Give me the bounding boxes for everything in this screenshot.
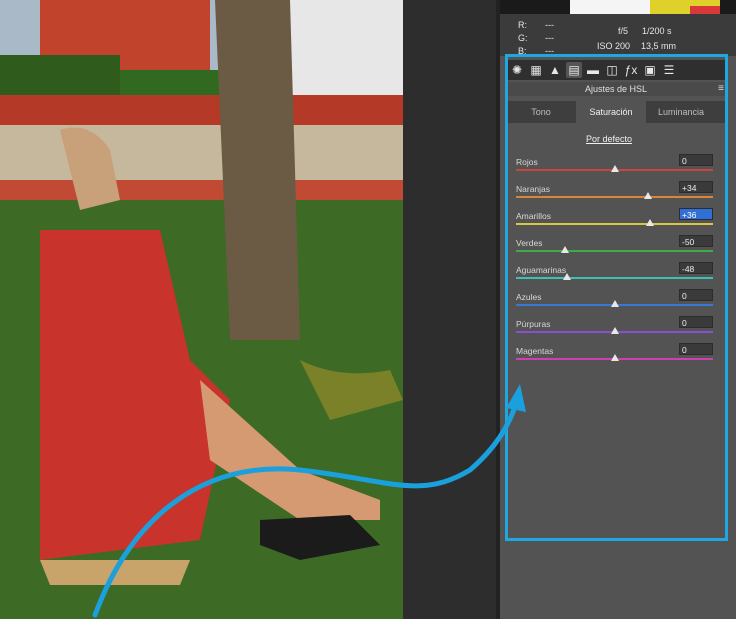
iso-value: ISO 200 [597, 41, 631, 51]
shutter-value: 1/200 s [642, 26, 672, 36]
focal-length-value: 13,5 mm [641, 41, 677, 51]
canvas-background [403, 0, 498, 619]
photo-preview [0, 0, 403, 619]
r-value: --- [545, 20, 554, 30]
g-value: --- [545, 33, 554, 43]
r-label: R: [518, 20, 527, 30]
g-label: G: [518, 33, 528, 43]
aperture-value: f/5 [618, 26, 629, 36]
photo-scene [0, 0, 403, 619]
highlight-box [505, 54, 728, 541]
histogram [500, 0, 736, 14]
info-readout: R: --- G: --- B: --- f/5 1/200 s ISO 200… [500, 14, 736, 56]
